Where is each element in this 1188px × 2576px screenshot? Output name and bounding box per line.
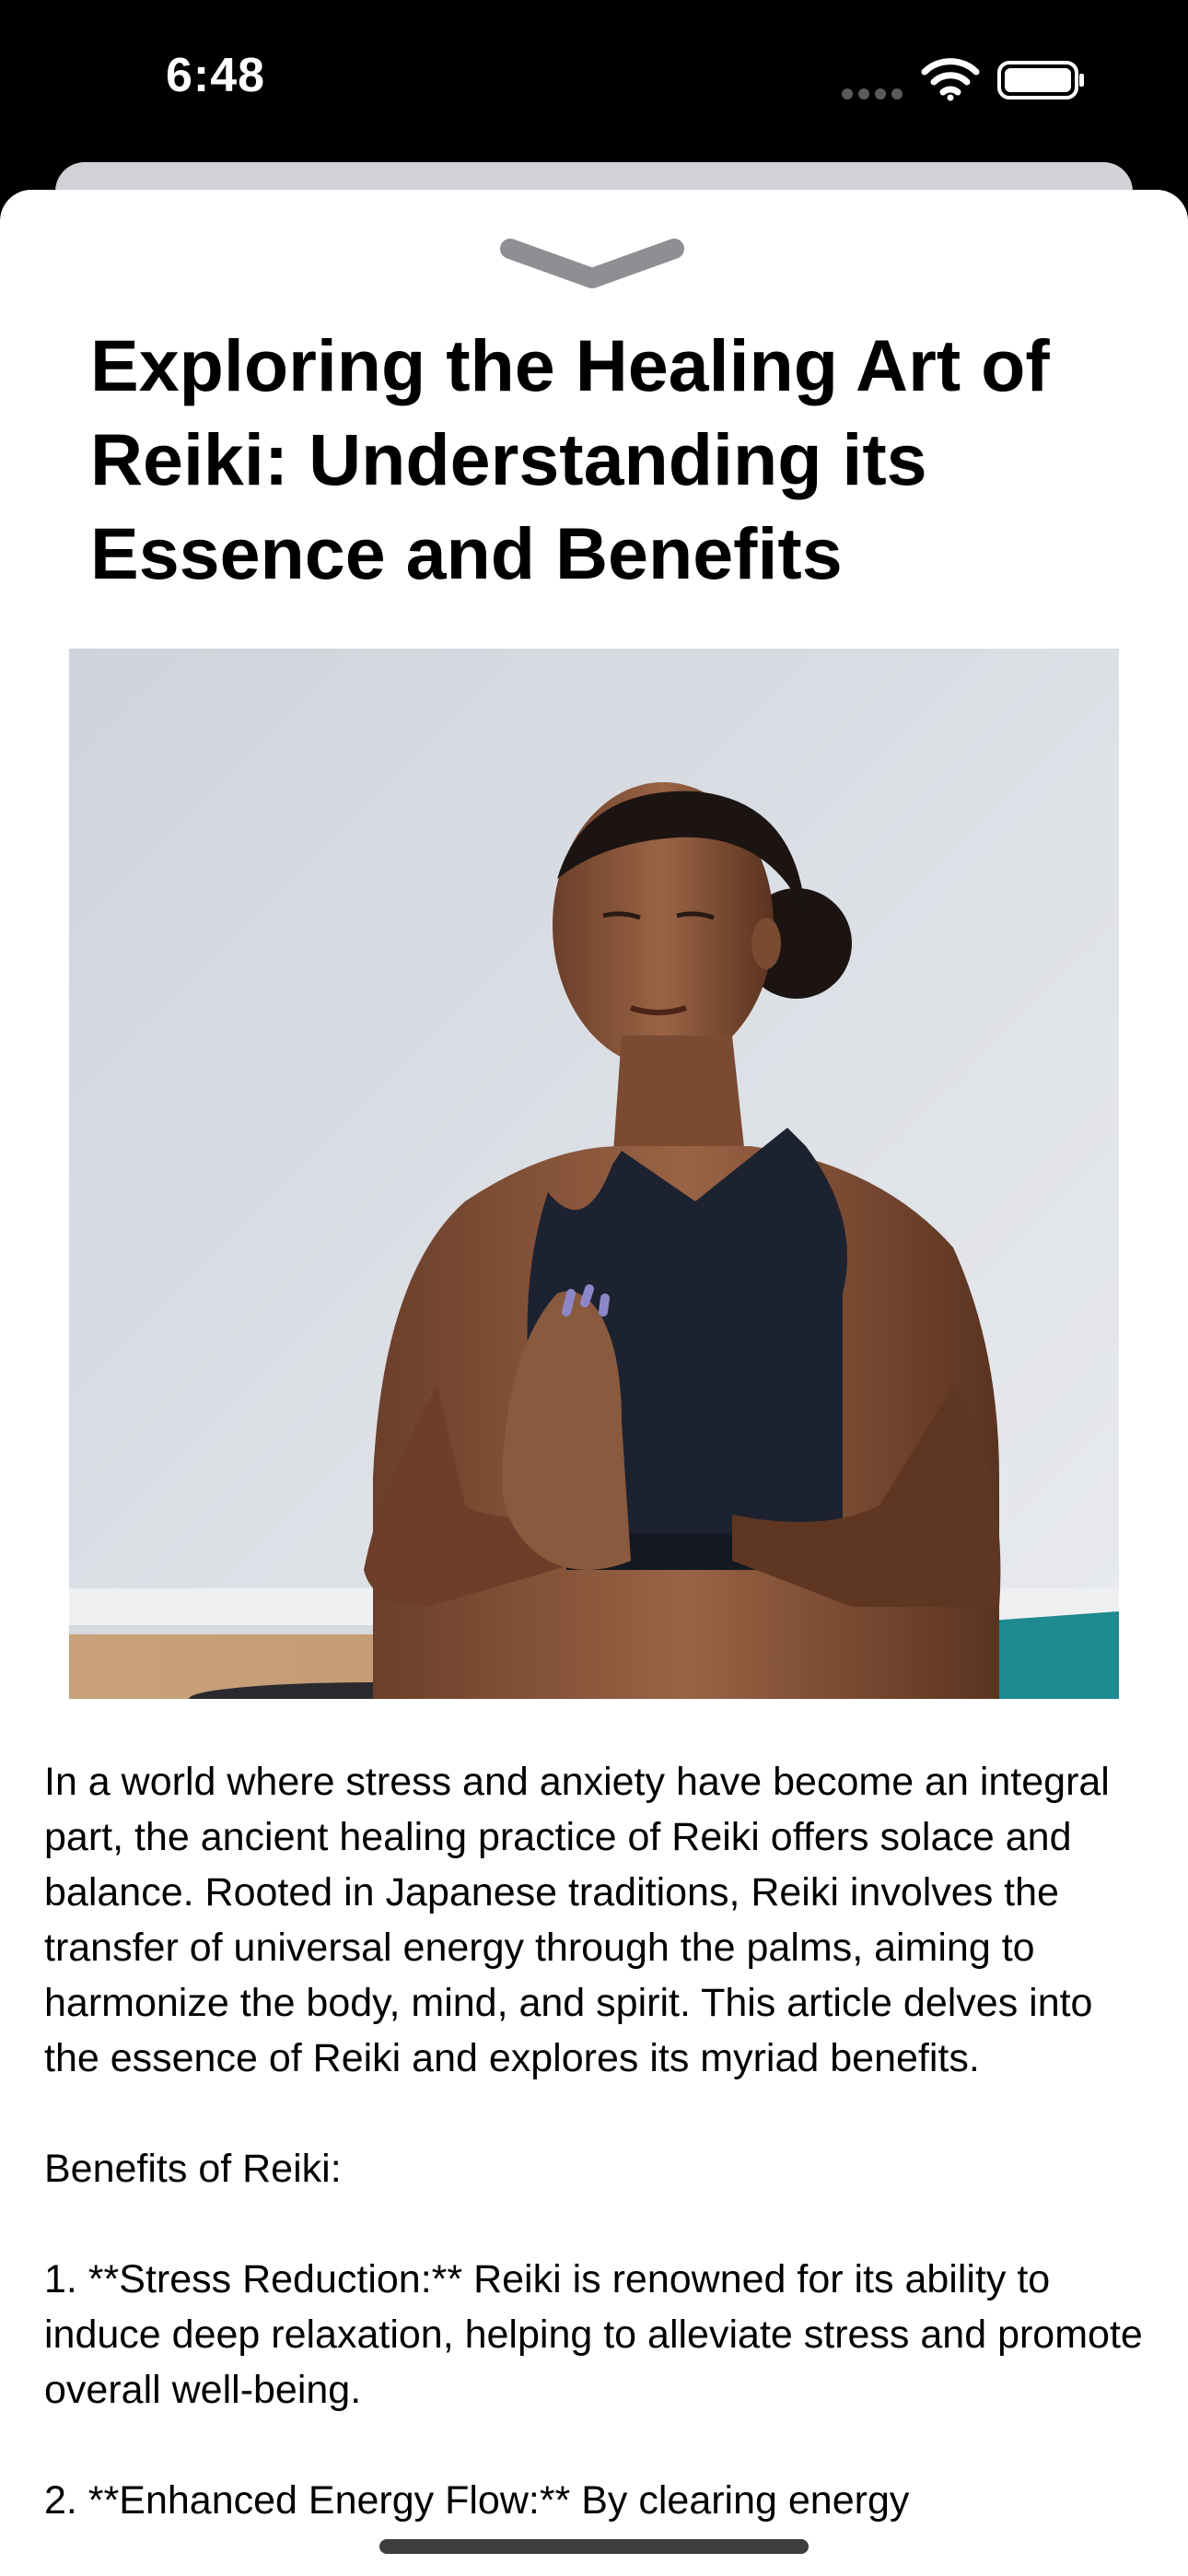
article-body: In a world where stress and anxiety have… (44, 1754, 1149, 2576)
cellular-dots-icon (842, 88, 903, 100)
wifi-icon (921, 58, 980, 101)
article-paragraph: In a world where stress and anxiety have… (44, 1760, 1110, 2080)
article-title: Exploring the Healing Art of Reiki: Unde… (90, 324, 1050, 594)
article-paragraph: 2. **Enhanced Energy Flow:** By clearing… (44, 2478, 910, 2523)
article-paragraph: Benefits of Reiki: (44, 2147, 342, 2191)
home-indicator[interactable] (379, 2539, 809, 2554)
status-bar: 6:48 (0, 0, 1188, 166)
article-paragraph: 1. **Stress Reduction:** Reiki is renown… (44, 2257, 1143, 2412)
meditating-woman-image (69, 649, 1119, 1699)
article-sheet: Exploring the Healing Art of Reiki: Unde… (0, 190, 1188, 2576)
hero-illustration (69, 649, 1119, 1699)
battery-icon (997, 61, 1084, 100)
chevron-down-icon[interactable] (497, 232, 687, 297)
status-time: 6:48 (166, 49, 266, 102)
